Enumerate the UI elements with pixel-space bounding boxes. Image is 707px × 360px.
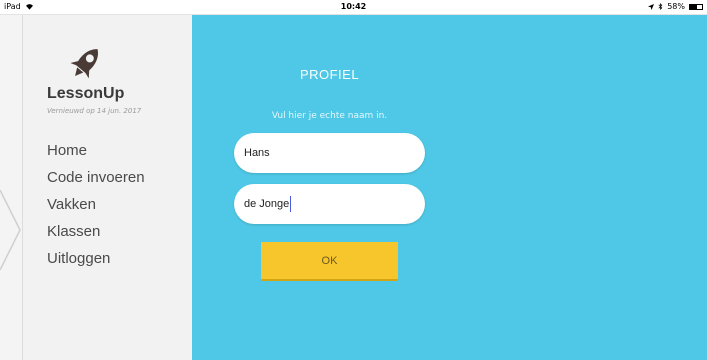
text-caret [290,196,292,212]
sidebar-item-klassen[interactable]: Klassen [47,222,145,249]
status-bar: iPad 10:42 58% [0,0,707,15]
ok-button[interactable]: OK [261,242,398,281]
last-name-value: de Jonge [244,198,290,210]
last-name-input[interactable]: de Jonge [234,184,425,224]
sidebar-item-home[interactable]: Home [47,141,145,168]
location-icon [648,3,655,10]
page-title: PROFIEL [299,67,360,82]
sidebar-menu: Home Code invoeren Vakken Klassen Uitlog… [47,141,145,276]
sidebar-item-code-invoeren[interactable]: Code invoeren [47,168,145,195]
collapse-arrow-icon[interactable] [0,190,24,270]
profile-panel: PROFIEL Vul hier je echte naam in. Hans … [192,15,707,360]
battery-fill [690,4,697,9]
first-name-input[interactable]: Hans [234,133,425,173]
updated-date: Vernieuwd op 14 jun. 2017 [47,107,142,115]
sidebar: LessonUp Vernieuwd op 14 jun. 2017 Home … [22,15,193,360]
rocket-logo-icon [70,49,99,79]
status-time: 10:42 [340,2,367,11]
sidebar-item-uitloggen[interactable]: Uitloggen [47,249,145,276]
bluetooth-icon [658,3,663,10]
name-hint: Vul hier je echte naam in. [271,111,388,121]
brand-name: LessonUp [47,85,125,102]
battery-percent: 58% [667,2,685,11]
battery-icon [689,3,703,10]
sidebar-item-vakken[interactable]: Vakken [47,195,145,222]
first-name-value: Hans [244,147,270,159]
